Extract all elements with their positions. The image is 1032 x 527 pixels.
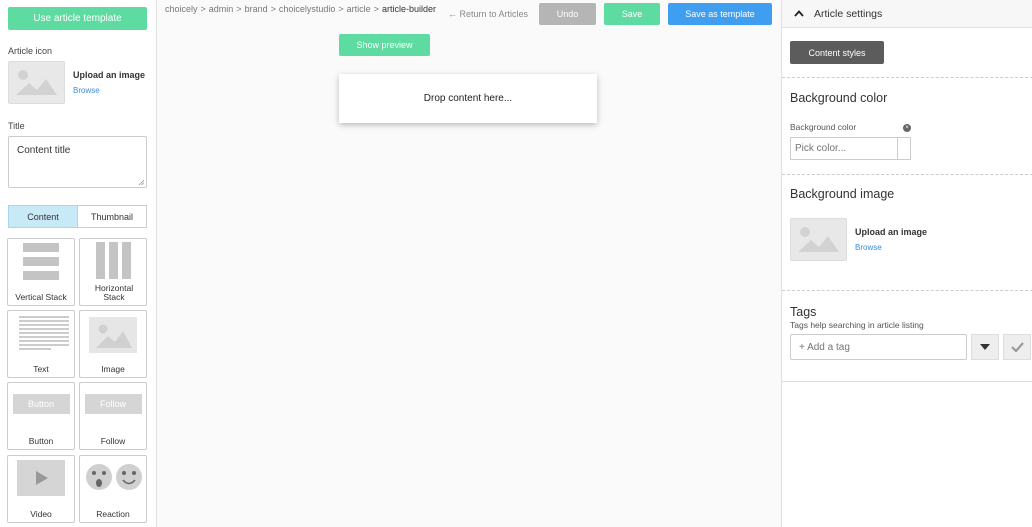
tab-thumbnail[interactable]: Thumbnail [78, 205, 147, 228]
breadcrumb-item[interactable]: brand [245, 4, 268, 14]
tile-label: Image [101, 364, 125, 374]
content-styles-button[interactable]: Content styles [790, 41, 884, 64]
confirm-tag-button[interactable] [1003, 334, 1031, 360]
upload-image-label: Upload an image [73, 70, 146, 80]
tile-label: Reaction [96, 509, 130, 519]
image-placeholder-icon [798, 227, 839, 252]
tile-label: Video [30, 509, 52, 519]
add-tag-input[interactable] [790, 334, 967, 360]
article-settings-panel: Article settings Content styles Backgrou… [781, 0, 1032, 527]
tile-video[interactable]: Video [7, 455, 75, 523]
caret-down-icon [980, 344, 990, 350]
article-icon-label: Article icon [8, 46, 53, 56]
clear-color-icon[interactable]: × [903, 124, 911, 132]
vertical-stack-icon [23, 243, 59, 280]
tile-image[interactable]: Image [79, 310, 147, 378]
tile-label: Button [28, 436, 54, 446]
content-tabs: Content Thumbnail [8, 205, 147, 228]
undo-button[interactable]: Undo [539, 3, 596, 25]
tile-label: Follow [100, 436, 126, 446]
breadcrumb-current: article-builder [381, 4, 436, 14]
tile-label: Vertical Stack [15, 292, 67, 302]
color-picker-input[interactable] [790, 137, 898, 160]
tile-reaction[interactable]: Reaction [79, 455, 147, 523]
breadcrumb-item[interactable]: admin [209, 4, 234, 14]
tile-follow[interactable]: Follow Follow [79, 382, 147, 450]
background-image-placeholder[interactable] [790, 218, 847, 261]
image-placeholder-icon [16, 70, 57, 95]
follow-icon: Follow [84, 394, 142, 414]
reaction-faces-icon [86, 464, 142, 490]
background-image-heading: Background image [790, 187, 895, 201]
play-icon [17, 460, 65, 496]
return-label: Return to Articles [459, 9, 529, 19]
checkmark-icon [1010, 342, 1024, 352]
color-swatch[interactable] [897, 137, 911, 160]
upload-image-label: Upload an image [855, 227, 928, 237]
background-color-label: Background color [790, 122, 857, 132]
article-settings-title: Article settings [814, 7, 883, 20]
tag-dropdown-button[interactable] [971, 334, 999, 360]
tile-horizontal-stack[interactable]: Horizontal Stack [79, 238, 147, 306]
text-lines-icon [19, 316, 69, 350]
breadcrumb-item[interactable]: article [347, 4, 371, 14]
save-button[interactable]: Save [604, 3, 660, 25]
title-textarea[interactable]: Content title [8, 136, 147, 188]
drop-zone[interactable]: Drop content here... [339, 74, 597, 123]
tile-label: Horizontal Stack [94, 283, 134, 302]
drop-zone-label: Drop content here... [423, 93, 513, 104]
divider [782, 77, 1032, 78]
show-preview-button[interactable]: Show preview [339, 34, 430, 56]
divider [782, 174, 1032, 175]
horizontal-stack-icon [96, 242, 131, 279]
title-value: Content title [17, 145, 71, 156]
use-article-template-button[interactable]: Use article template [8, 7, 147, 30]
browse-link[interactable]: Browse [855, 243, 882, 252]
left-sidebar: Use article template Article icon Upload… [0, 0, 157, 527]
tile-vertical-stack[interactable]: Vertical Stack [7, 238, 75, 306]
tile-label: Text [33, 364, 49, 374]
resize-handle-icon[interactable] [138, 179, 144, 185]
tile-button[interactable]: Button Button [7, 382, 75, 450]
button-icon: Button [12, 394, 70, 414]
chevron-up-icon [794, 10, 804, 17]
breadcrumb: choicely > admin > brand > choicelystudio > … [165, 4, 436, 14]
tab-content[interactable]: Content [8, 205, 78, 228]
browse-link[interactable]: Browse [73, 86, 100, 95]
image-icon [89, 317, 137, 353]
arrow-left-icon: ← [448, 9, 457, 19]
save-as-template-button[interactable]: Save as template [668, 3, 772, 25]
tile-text[interactable]: Text [7, 310, 75, 378]
tags-help-text: Tags help searching in article listing [790, 320, 924, 330]
article-settings-header[interactable]: Article settings [782, 0, 1032, 28]
background-color-heading: Background color [790, 91, 888, 105]
breadcrumb-item[interactable]: choicelystudio [279, 4, 336, 14]
breadcrumb-item[interactable]: choicely [165, 4, 198, 14]
article-icon-placeholder[interactable] [8, 61, 65, 104]
divider [782, 290, 1032, 291]
title-label: Title [8, 121, 25, 131]
divider [782, 381, 1032, 382]
return-to-articles-link[interactable]: ← Return to Articles [448, 9, 528, 19]
tags-heading: Tags [790, 305, 817, 319]
